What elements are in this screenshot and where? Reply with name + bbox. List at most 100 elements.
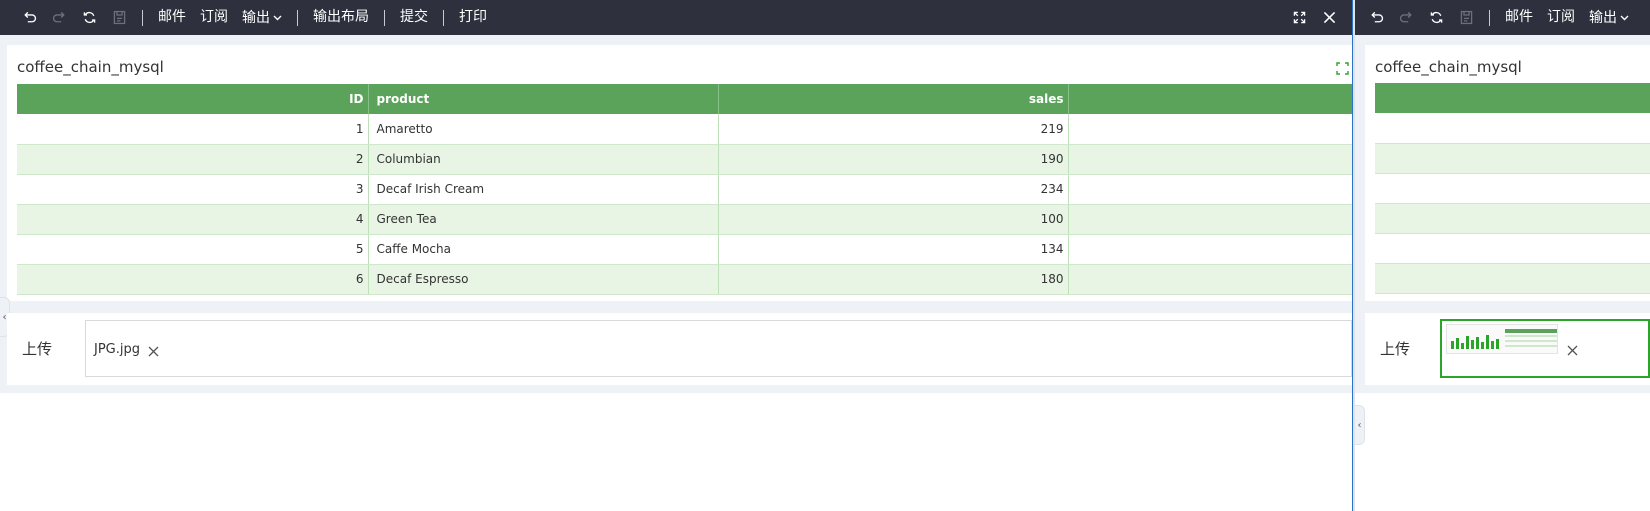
table-row: 1 Amaretto 219 — [17, 114, 1352, 145]
export-label: 输出 — [242, 10, 270, 26]
table-row: 4 Green Tea 100 — [17, 204, 1352, 235]
table-row — [1375, 233, 1650, 264]
save-icon[interactable] — [104, 0, 134, 35]
undo-icon[interactable] — [14, 0, 44, 35]
table-row: 6 Decaf Espresso 180 — [17, 264, 1352, 295]
cell-product: Decaf Espresso — [368, 264, 719, 295]
toolbar-separator — [142, 9, 143, 26]
cell-product: Amaretto — [368, 114, 719, 145]
export-menu[interactable]: 输出 — [1582, 0, 1636, 35]
remove-file-icon[interactable] — [146, 344, 160, 358]
cell-empty — [1375, 263, 1650, 294]
refresh-icon[interactable] — [1421, 0, 1451, 35]
subscribe-menu[interactable]: 订阅 — [193, 0, 235, 35]
cell-id: 4 — [17, 204, 369, 235]
subscribe-menu[interactable]: 订阅 — [1540, 0, 1582, 35]
cell-id: 2 — [17, 144, 369, 175]
toolbar-separator — [443, 9, 444, 26]
redo-icon[interactable] — [44, 0, 74, 35]
report-card: coffee_chain_mysql — [1365, 45, 1650, 301]
close-icon[interactable] — [1314, 0, 1344, 35]
submit-button[interactable]: 提交 — [393, 0, 435, 35]
table-row — [1375, 173, 1650, 204]
refresh-icon[interactable] — [74, 0, 104, 35]
cell-empty — [1068, 144, 1352, 175]
upload-label: 上传 — [22, 340, 53, 358]
pane-divider-line — [1352, 0, 1353, 511]
expand-icon[interactable] — [1331, 57, 1352, 79]
cell-empty — [1375, 143, 1650, 174]
redo-icon[interactable] — [1391, 0, 1421, 35]
save-icon[interactable] — [1451, 0, 1481, 35]
cell-empty — [1375, 173, 1650, 204]
table-header-row — [1375, 83, 1650, 113]
mail-menu[interactable]: 邮件 — [151, 0, 193, 35]
undo-icon[interactable] — [1361, 0, 1391, 35]
export-menu[interactable]: 输出 — [235, 0, 289, 35]
toolbar: 邮件 订阅 输出 — [1355, 0, 1650, 35]
toolbar-separator — [1489, 9, 1490, 26]
table-row — [1375, 263, 1650, 294]
table-row — [1375, 143, 1650, 174]
chevron-left-icon: ‹ — [1357, 419, 1362, 431]
column-header[interactable] — [1375, 83, 1650, 113]
mail-menu[interactable]: 邮件 — [1498, 0, 1540, 35]
column-header-id[interactable]: ID — [17, 84, 369, 114]
cell-product: Decaf Irish Cream — [368, 174, 719, 205]
image-thumbnail[interactable] — [1446, 324, 1558, 354]
column-header-empty — [1068, 84, 1352, 114]
toolbar-separator — [384, 9, 385, 26]
report-table — [1375, 83, 1650, 294]
cell-id: 6 — [17, 264, 369, 295]
left-preview-pane: 邮件 订阅 输出 输出布局 提交 打印 coffee_chain_mysql I… — [0, 0, 1352, 511]
table-header-row: ID product sales — [17, 84, 1352, 114]
cell-id: 5 — [17, 234, 369, 265]
print-button[interactable]: 打印 — [452, 0, 494, 35]
chevron-left-icon: ‹ — [2, 311, 7, 323]
upload-card: 上传 — [1365, 313, 1650, 385]
toolbar-separator — [297, 9, 298, 26]
fullscreen-icon[interactable] — [1284, 0, 1314, 35]
column-header-product[interactable]: product — [368, 84, 719, 114]
chevron-down-icon — [1620, 0, 1629, 35]
upload-label: 上传 — [1380, 340, 1411, 358]
right-preview-pane: 邮件 订阅 输出 coffee_chain_mysql ‹ 上传 — [1355, 0, 1650, 511]
remove-file-icon[interactable] — [1565, 343, 1579, 357]
cell-sales: 134 — [718, 234, 1069, 265]
cell-empty — [1375, 233, 1650, 264]
cell-empty — [1068, 264, 1352, 295]
report-table: ID product sales 1 Amaretto 219 2 Columb… — [17, 84, 1352, 295]
cell-product: Columbian — [368, 144, 719, 175]
report-card: coffee_chain_mysql ID product sales 1 Am… — [7, 45, 1352, 301]
cell-id: 3 — [17, 174, 369, 205]
thumbnail-preview-icon — [1451, 329, 1557, 349]
upload-card: 上传 JPG.jpg — [7, 313, 1352, 385]
cell-empty — [1068, 114, 1352, 145]
chevron-down-icon — [273, 0, 282, 35]
table-row: 5 Caffe Mocha 134 — [17, 234, 1352, 265]
cell-sales: 219 — [718, 114, 1069, 145]
cell-sales: 100 — [718, 204, 1069, 235]
cell-product: Green Tea — [368, 204, 719, 235]
table-row — [1375, 203, 1650, 234]
upload-field[interactable]: JPG.jpg — [85, 320, 1352, 377]
export-layout-menu[interactable]: 输出布局 — [306, 0, 376, 35]
cell-product: Caffe Mocha — [368, 234, 719, 265]
cell-sales: 234 — [718, 174, 1069, 205]
cell-empty — [1068, 234, 1352, 265]
cell-empty — [1375, 203, 1650, 234]
cell-empty — [1068, 174, 1352, 205]
cell-sales: 190 — [718, 144, 1069, 175]
table-row: 2 Columbian 190 — [17, 144, 1352, 175]
column-header-sales[interactable]: sales — [718, 84, 1069, 114]
cell-id: 1 — [17, 114, 369, 145]
report-title: coffee_chain_mysql — [17, 58, 164, 76]
table-row — [1375, 113, 1650, 144]
upload-field[interactable] — [1440, 319, 1650, 378]
cell-sales: 180 — [718, 264, 1069, 295]
cell-empty — [1068, 204, 1352, 235]
report-title: coffee_chain_mysql — [1375, 58, 1522, 76]
collapse-handle[interactable]: ‹ — [1355, 405, 1365, 445]
uploaded-file-name: JPG.jpg — [94, 342, 140, 357]
export-label: 输出 — [1589, 10, 1617, 26]
